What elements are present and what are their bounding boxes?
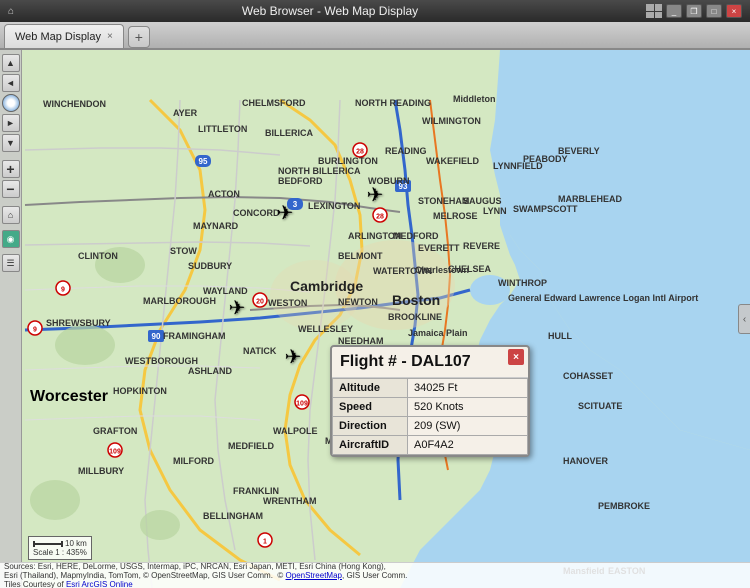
maximize-button[interactable]: □	[706, 4, 722, 18]
attribution-line2: Esri (Thailand), MapmyIndia, TomTom, © O…	[4, 571, 746, 580]
attribution-line1: Sources: Esri, HERE, DeLorme, USGS, Inte…	[4, 562, 746, 571]
popup-row: Direction209 (SW)	[333, 417, 528, 436]
svg-text:9: 9	[61, 287, 65, 294]
popup-row-value: A0F4A2	[408, 436, 528, 455]
popup-row-label: Altitude	[333, 379, 408, 398]
close-button[interactable]: ×	[726, 4, 742, 18]
aircraft-1[interactable]: ✈	[277, 201, 294, 226]
map-toolbar: ▲ ◄ ► ▼ + − ⌂ ◉ ☰	[0, 50, 22, 588]
pan-right-button[interactable]: ►	[2, 114, 20, 132]
svg-text:28: 28	[356, 149, 364, 156]
aircraft-3[interactable]: ✈	[229, 296, 246, 321]
attribution-bar: Sources: Esri, HERE, DeLorme, USGS, Inte…	[0, 562, 750, 588]
svg-text:28: 28	[376, 214, 384, 221]
map-container[interactable]: 90 93 95 3 28 28 20 9 109 9 109 1	[0, 50, 750, 588]
home-button[interactable]: ⌂	[2, 206, 20, 224]
scale-bar: 10 km Scale 1 : 435%	[28, 536, 92, 560]
tab-label: Web Map Display	[15, 31, 101, 43]
new-tab-button[interactable]: +	[128, 26, 150, 48]
popup-row-label: Speed	[333, 398, 408, 417]
svg-text:95: 95	[199, 157, 208, 166]
popup-row-value: 34025 Ft	[408, 379, 528, 398]
popup-row-label: Direction	[333, 417, 408, 436]
scale-label: 10 km	[65, 539, 87, 548]
title-bar: ⌂ Web Browser - Web Map Display _ ❐ □ ×	[0, 0, 750, 22]
minimize-button[interactable]: _	[666, 4, 682, 18]
zoom-in-button[interactable]: +	[2, 160, 20, 178]
tab-web-map-display[interactable]: Web Map Display ×	[4, 24, 124, 48]
svg-text:90: 90	[152, 332, 161, 341]
locate-button[interactable]: ◉	[2, 230, 20, 248]
svg-text:9: 9	[33, 327, 37, 334]
popup-data-table: Altitude34025 FtSpeed520 KnotsDirection2…	[332, 378, 528, 455]
title-bar-controls: _ ❐ □ ×	[646, 4, 742, 18]
popup-row: Speed520 Knots	[333, 398, 528, 417]
svg-text:20: 20	[256, 299, 264, 306]
popup-row-value: 520 Knots	[408, 398, 528, 417]
map-svg: 90 93 95 3 28 28 20 9 109 9 109 1	[0, 50, 750, 588]
pan-down-button[interactable]: ▼	[2, 134, 20, 152]
tab-bar: Web Map Display × +	[0, 22, 750, 50]
tab-close-icon[interactable]: ×	[107, 31, 113, 42]
restore-button[interactable]: ❐	[686, 4, 702, 18]
esri-link[interactable]: Esri ArcGIS Online	[66, 580, 133, 588]
svg-text:109: 109	[296, 401, 308, 408]
openstreetmap-link[interactable]: OpenStreetMap	[286, 571, 342, 580]
title-bar-title: Web Browser - Web Map Display	[14, 4, 646, 18]
aircraft-4[interactable]: ✈	[285, 345, 302, 370]
popup-row-value: 209 (SW)	[408, 417, 528, 436]
popup-row: AircraftIDA0F4A2	[333, 436, 528, 455]
grid-icon[interactable]	[646, 4, 662, 18]
compass-icon[interactable]	[2, 94, 20, 112]
right-panel-handle[interactable]: ‹	[738, 304, 750, 334]
layers-button[interactable]: ☰	[2, 254, 20, 272]
svg-text:1: 1	[263, 539, 267, 546]
attribution-line3: Tiles Courtesy of Esri ArcGIS Online	[4, 580, 746, 588]
svg-text:109: 109	[109, 449, 121, 456]
zoom-out-button[interactable]: −	[2, 180, 20, 198]
popup-row-label: AircraftID	[333, 436, 408, 455]
popup-row: Altitude34025 Ft	[333, 379, 528, 398]
pan-up-button[interactable]: ▲	[2, 54, 20, 72]
popup-title: Flight # - DAL107	[332, 347, 528, 378]
svg-text:3: 3	[293, 200, 298, 209]
popup-close-button[interactable]: ×	[508, 349, 524, 365]
flight-popup: × Flight # - DAL107 Altitude34025 FtSpee…	[330, 345, 530, 457]
aircraft-2[interactable]: ✈	[367, 183, 384, 208]
svg-text:93: 93	[399, 182, 408, 191]
pan-left-button[interactable]: ◄	[2, 74, 20, 92]
zoom-label: Scale 1 : 435%	[33, 548, 87, 557]
